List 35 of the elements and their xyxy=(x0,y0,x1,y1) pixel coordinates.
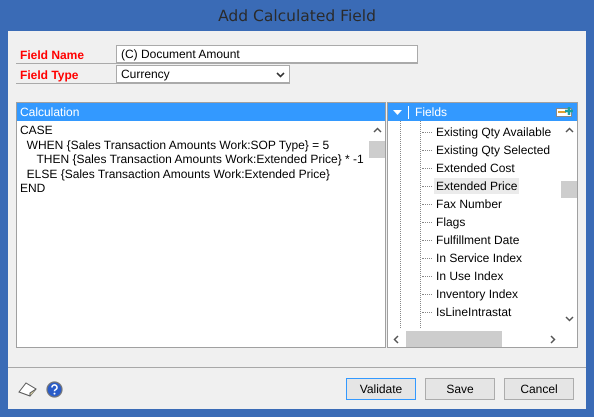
field-item[interactable]: Inventory Index xyxy=(434,286,520,302)
field-item[interactable]: In Use Index xyxy=(434,268,506,284)
chevron-down-icon xyxy=(276,72,285,78)
panel-header: Fields xyxy=(415,105,448,119)
field-item[interactable]: Extended Price xyxy=(434,178,520,194)
field-item[interactable]: IsLineIntrastat xyxy=(434,304,514,320)
field-item[interactable]: Flags xyxy=(434,214,468,230)
field-item[interactable]: Fax Number xyxy=(434,196,504,212)
scroll-down-icon[interactable] xyxy=(565,316,574,322)
field-item[interactable]: Existing Qty Available xyxy=(434,124,554,140)
panel-header: Calculation xyxy=(17,103,385,121)
scroll-up-icon[interactable] xyxy=(565,127,574,133)
scrollbar-thumb[interactable] xyxy=(369,141,385,158)
field-item[interactable]: Existing Qty Selected xyxy=(434,142,552,158)
field-label: Field Type xyxy=(19,67,80,83)
field-item[interactable]: In Service Index xyxy=(434,250,524,266)
field-label: Field Name xyxy=(19,47,86,63)
scrollbar-thumb[interactable] xyxy=(561,181,577,198)
dropdown-field[interactable]: Currency xyxy=(116,65,290,83)
scrollbar-thumb[interactable] xyxy=(406,331,502,347)
scroll-right-icon[interactable] xyxy=(550,334,556,344)
field-item[interactable]: Fulfillment Date xyxy=(434,232,522,248)
dialog-button[interactable]: Save xyxy=(425,378,495,400)
dialog-button[interactable]: Validate xyxy=(346,378,416,400)
dialog-button[interactable]: Cancel xyxy=(504,378,574,400)
field-item[interactable]: Extended Cost xyxy=(434,160,517,176)
calculation-text[interactable]: CASE WHEN {Sales Transaction Amounts Work:SOP Type} = 5 THEN {Sales Transaction Amounts Work:Extended Price} * -1 ELSE {Sales Transaction Amounts Work:Extended Price} END xyxy=(17,121,369,347)
scroll-left-icon[interactable] xyxy=(393,334,399,344)
scroll-up-icon[interactable] xyxy=(373,127,382,133)
add-field-icon[interactable] xyxy=(556,106,574,118)
window-title: Add Calculated Field xyxy=(217,6,377,26)
help-icon[interactable] xyxy=(46,380,63,398)
note-icon[interactable] xyxy=(18,380,38,398)
text-field[interactable]: (C) Document Amount xyxy=(116,45,418,63)
dropdown-icon[interactable] xyxy=(393,110,402,114)
